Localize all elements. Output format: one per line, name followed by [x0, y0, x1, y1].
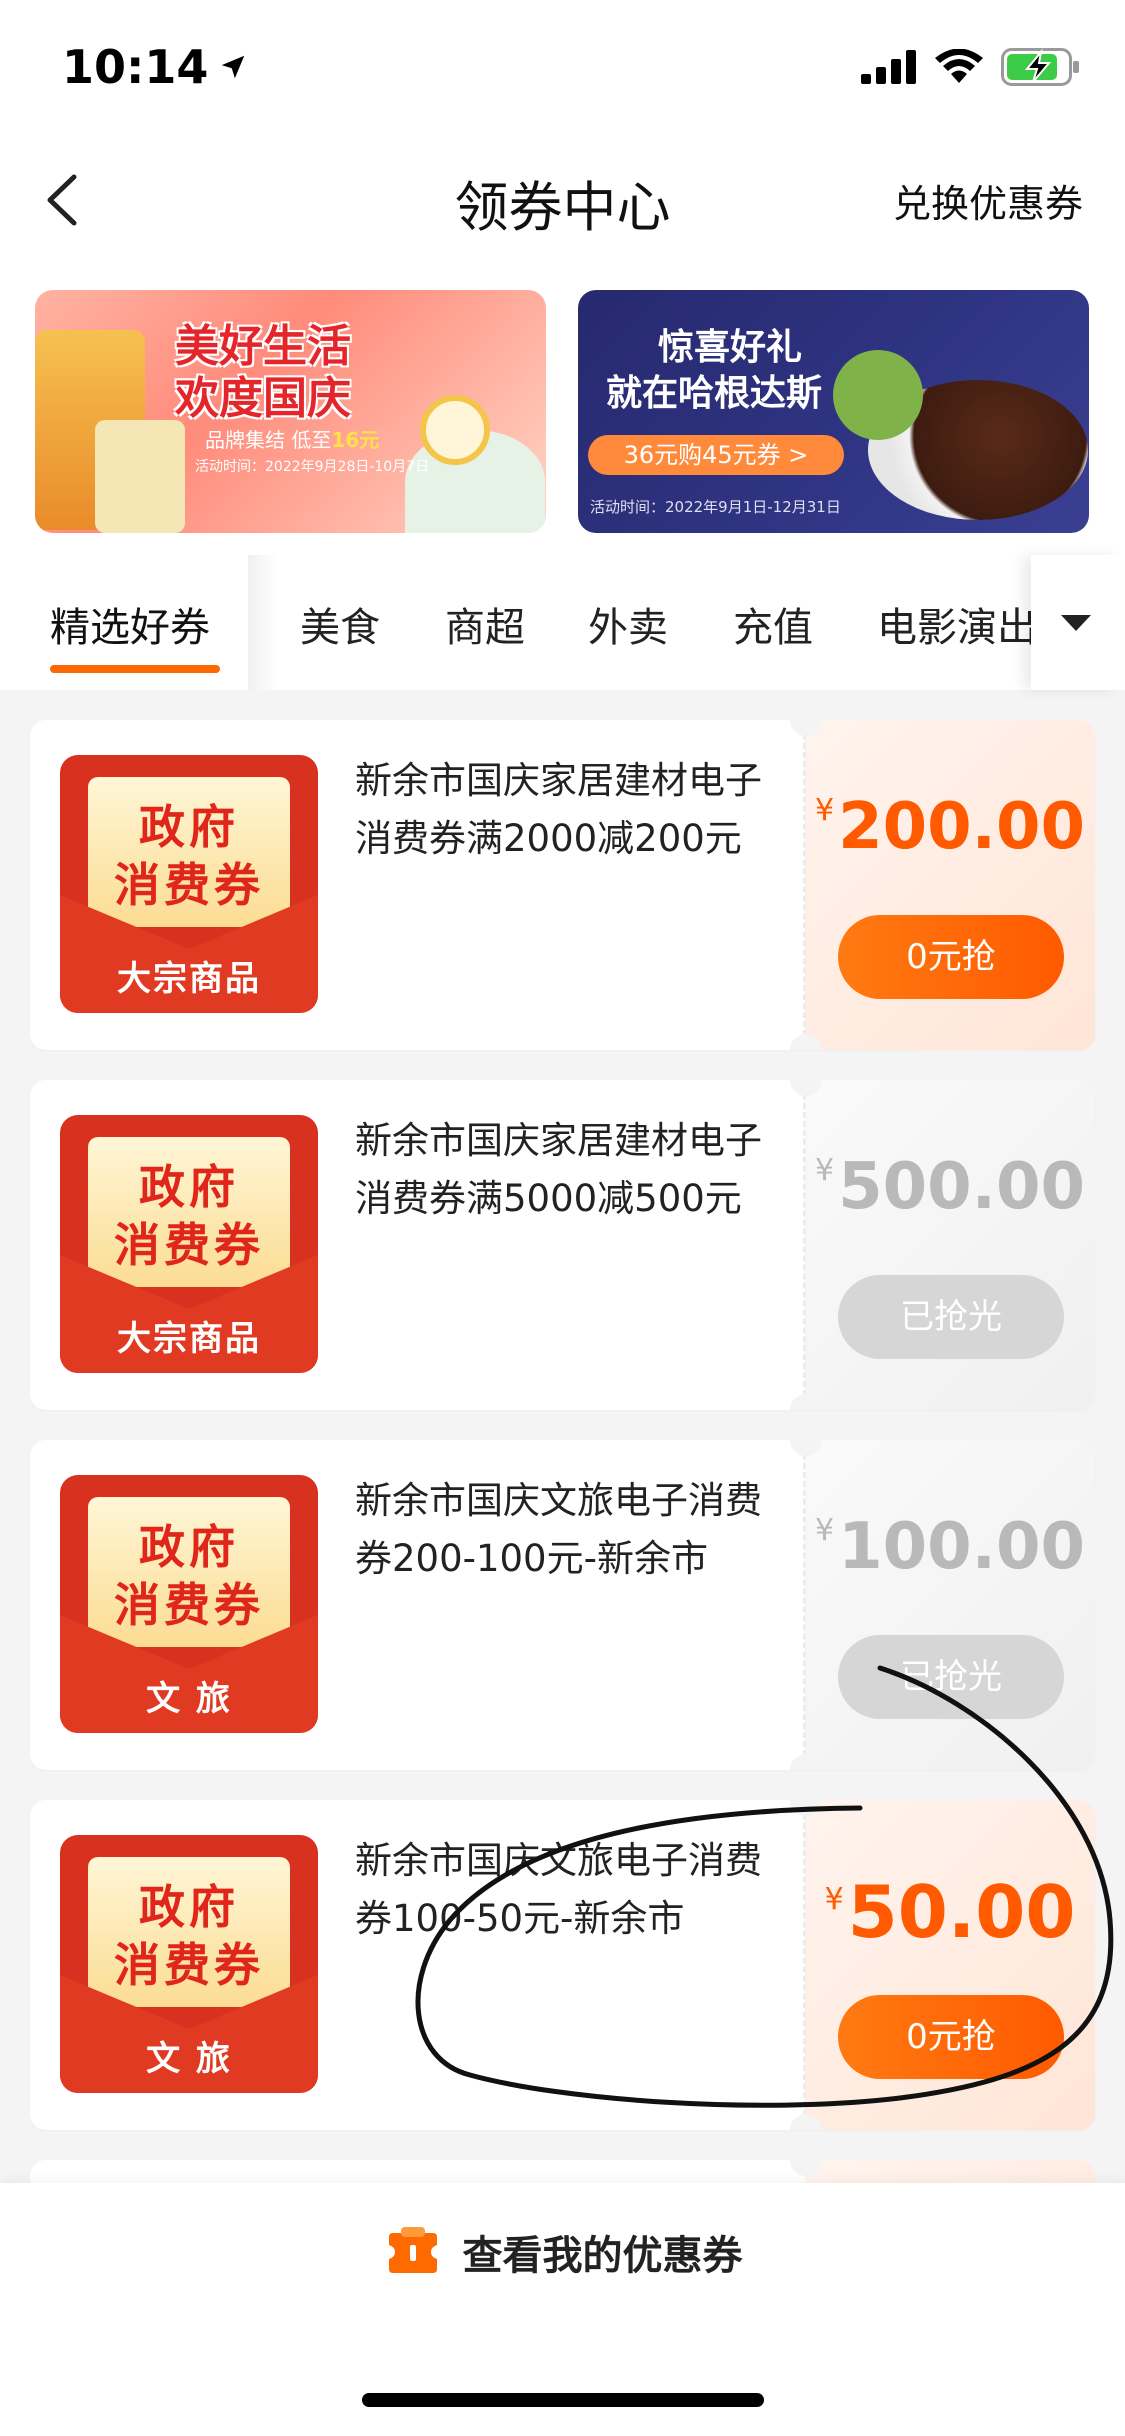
- badge-category: 文 旅: [146, 2039, 232, 2079]
- coupon-amount: ¥200.00: [805, 790, 1095, 864]
- coupon-card[interactable]: 政府 消费券 文 旅 新余市国庆文旅电子消费券100-50元-新余市 ¥50.0…: [30, 1800, 1095, 2130]
- banner-subtitle-highlight: 16元: [331, 428, 380, 452]
- banner-title-line2: 就在哈根达斯: [606, 373, 823, 414]
- tab-scroll: 精选好券 美食 商超 外卖 充值 电影演出: [0, 555, 1032, 690]
- wifi-icon: [935, 49, 983, 83]
- grab-button[interactable]: 0元抢: [838, 915, 1064, 999]
- coupon-title: 新余市国庆文旅电子消费券200-100元-新余市: [355, 1479, 762, 1580]
- sold-out-button[interactable]: 已抢光: [838, 1635, 1064, 1719]
- coupon-title: 新余市国庆文旅电子消费券100-50元-新余市: [355, 1839, 762, 1940]
- view-my-coupons-label: 查看我的优惠券: [462, 2233, 743, 2279]
- tab-food[interactable]: 美食: [300, 595, 380, 653]
- currency-symbol: ¥: [814, 1153, 835, 1188]
- coupon-card[interactable]: 政府 消费券 文 旅 新余市国庆文旅电子消费券200-100元-新余市 ¥100…: [30, 1440, 1095, 1770]
- amount-value: 200.00: [838, 790, 1086, 864]
- banner-date: 活动时间：2022年9月1日-12月31日: [590, 498, 841, 516]
- gov-voucher-badge: 政府 消费券 文 旅: [60, 1475, 318, 1733]
- tab-expand-button[interactable]: [1031, 555, 1121, 690]
- gov-voucher-badge: 政府 消费券 大宗商品: [60, 755, 318, 1013]
- banner-deco-coin: [420, 395, 490, 465]
- amount-value: 50.00: [847, 1870, 1076, 1954]
- badge-line1: 政府: [139, 1520, 239, 1574]
- battery-charging-icon: [1001, 48, 1079, 86]
- banner-deco-icecream: [833, 350, 923, 440]
- status-bar: 10:14: [0, 0, 1125, 135]
- sold-out-button[interactable]: 已抢光: [838, 1275, 1064, 1359]
- grab-button[interactable]: 0元抢: [838, 1995, 1064, 2079]
- coupon-divider: [803, 1814, 806, 2116]
- coupon-amount: ¥500.00: [805, 1150, 1095, 1224]
- coupon-price-panel: [805, 1440, 1095, 1770]
- tab-featured[interactable]: 精选好券: [50, 595, 210, 653]
- tab-divider-shadow: [248, 555, 278, 690]
- banner-deco-gift: [95, 420, 185, 533]
- banner-subtitle: 品牌集结 低至16元: [205, 424, 379, 453]
- redeem-coupon-link[interactable]: 兑换优惠券: [893, 173, 1083, 228]
- coupon-ticket-icon: [388, 2227, 437, 2273]
- coupon-divider: [803, 1094, 806, 1396]
- category-tabs: 精选好券 美食 商超 外卖 充值 电影演出: [0, 555, 1125, 690]
- badge-line1: 政府: [139, 1160, 239, 1214]
- currency-symbol: ¥: [814, 1513, 835, 1548]
- status-indicators: [861, 48, 1081, 86]
- banner-date: 活动时间：2022年9月28日-10月7日: [195, 459, 430, 475]
- badge-line1: 政府: [139, 1880, 239, 1934]
- amount-value: 500.00: [838, 1150, 1086, 1224]
- banner-offer-pill[interactable]: 36元购45元券 >: [588, 435, 844, 475]
- cellular-signal-icon: [861, 50, 916, 84]
- banner-title-line2: 欢度国庆: [175, 373, 351, 424]
- coupon-card[interactable]: 政府 消费券 大宗商品 新余市国庆家居建材电子消费券满5000减500元 ¥50…: [30, 1080, 1095, 1410]
- coupon-price-panel: [805, 720, 1095, 1050]
- coupon-card[interactable]: 政府 消费券 大宗商品 新余市国庆家居建材电子消费券满2000减200元 ¥20…: [30, 720, 1095, 1050]
- caret-down-icon: [1061, 614, 1091, 631]
- coupon-divider: [803, 1454, 806, 1756]
- coupon-price-panel: [805, 1080, 1095, 1410]
- badge-category: 大宗商品: [117, 959, 261, 999]
- nav-bar: 领券中心 兑换优惠券: [0, 135, 1125, 265]
- badge-category: 文 旅: [146, 1679, 232, 1719]
- badge-line2: 消费券: [114, 1218, 264, 1272]
- clock: 10:14: [62, 40, 209, 94]
- badge-category: 大宗商品: [117, 1319, 261, 1359]
- currency-symbol: ¥: [824, 1882, 844, 1917]
- tab-recharge[interactable]: 充值: [733, 595, 813, 653]
- view-my-coupons-button[interactable]: 查看我的优惠券: [0, 2223, 1125, 2281]
- coupon-amount: ¥100.00: [805, 1510, 1095, 1584]
- coupon-price-panel: [805, 1800, 1095, 2130]
- gov-voucher-badge: 政府 消费券 文 旅: [60, 1835, 318, 2093]
- status-time: 10:14: [62, 40, 248, 94]
- coupon-divider: [803, 734, 806, 1036]
- tab-movies-shows[interactable]: 电影演出: [877, 595, 1032, 653]
- home-indicator: [362, 2393, 764, 2407]
- badge-line1: 政府: [139, 800, 239, 854]
- tab-active-indicator: [50, 665, 220, 673]
- currency-symbol: ¥: [814, 793, 835, 828]
- banner-title-line1: 惊喜好礼: [658, 327, 803, 368]
- tab-supermarket[interactable]: 商超: [445, 595, 525, 653]
- banner-subtitle-text: 品牌集结 低至: [205, 428, 332, 452]
- coupon-title: 新余市国庆家居建材电子消费券满2000减200元: [355, 759, 762, 860]
- amount-value: 100.00: [838, 1510, 1086, 1584]
- badge-line2: 消费券: [114, 858, 264, 912]
- badge-line2: 消费券: [114, 1578, 264, 1632]
- location-arrow-icon: [222, 55, 245, 79]
- banner-row: 美好生活 欢度国庆 品牌集结 低至16元 活动时间：2022年9月28日-10月…: [0, 265, 1125, 555]
- badge-line2: 消费券: [114, 1938, 264, 1992]
- banner-national-day[interactable]: 美好生活 欢度国庆 品牌集结 低至16元 活动时间：2022年9月28日-10月…: [35, 290, 546, 533]
- tab-takeout[interactable]: 外卖: [588, 595, 668, 653]
- coupon-amount: ¥50.00: [805, 1870, 1095, 1954]
- banner-haagen-dazs[interactable]: 惊喜好礼 就在哈根达斯 36元购45元券 > 活动时间：2022年9月1日-12…: [578, 290, 1089, 533]
- gov-voucher-badge: 政府 消费券 大宗商品: [60, 1115, 318, 1373]
- coupon-title: 新余市国庆家居建材电子消费券满5000减500元: [355, 1119, 762, 1220]
